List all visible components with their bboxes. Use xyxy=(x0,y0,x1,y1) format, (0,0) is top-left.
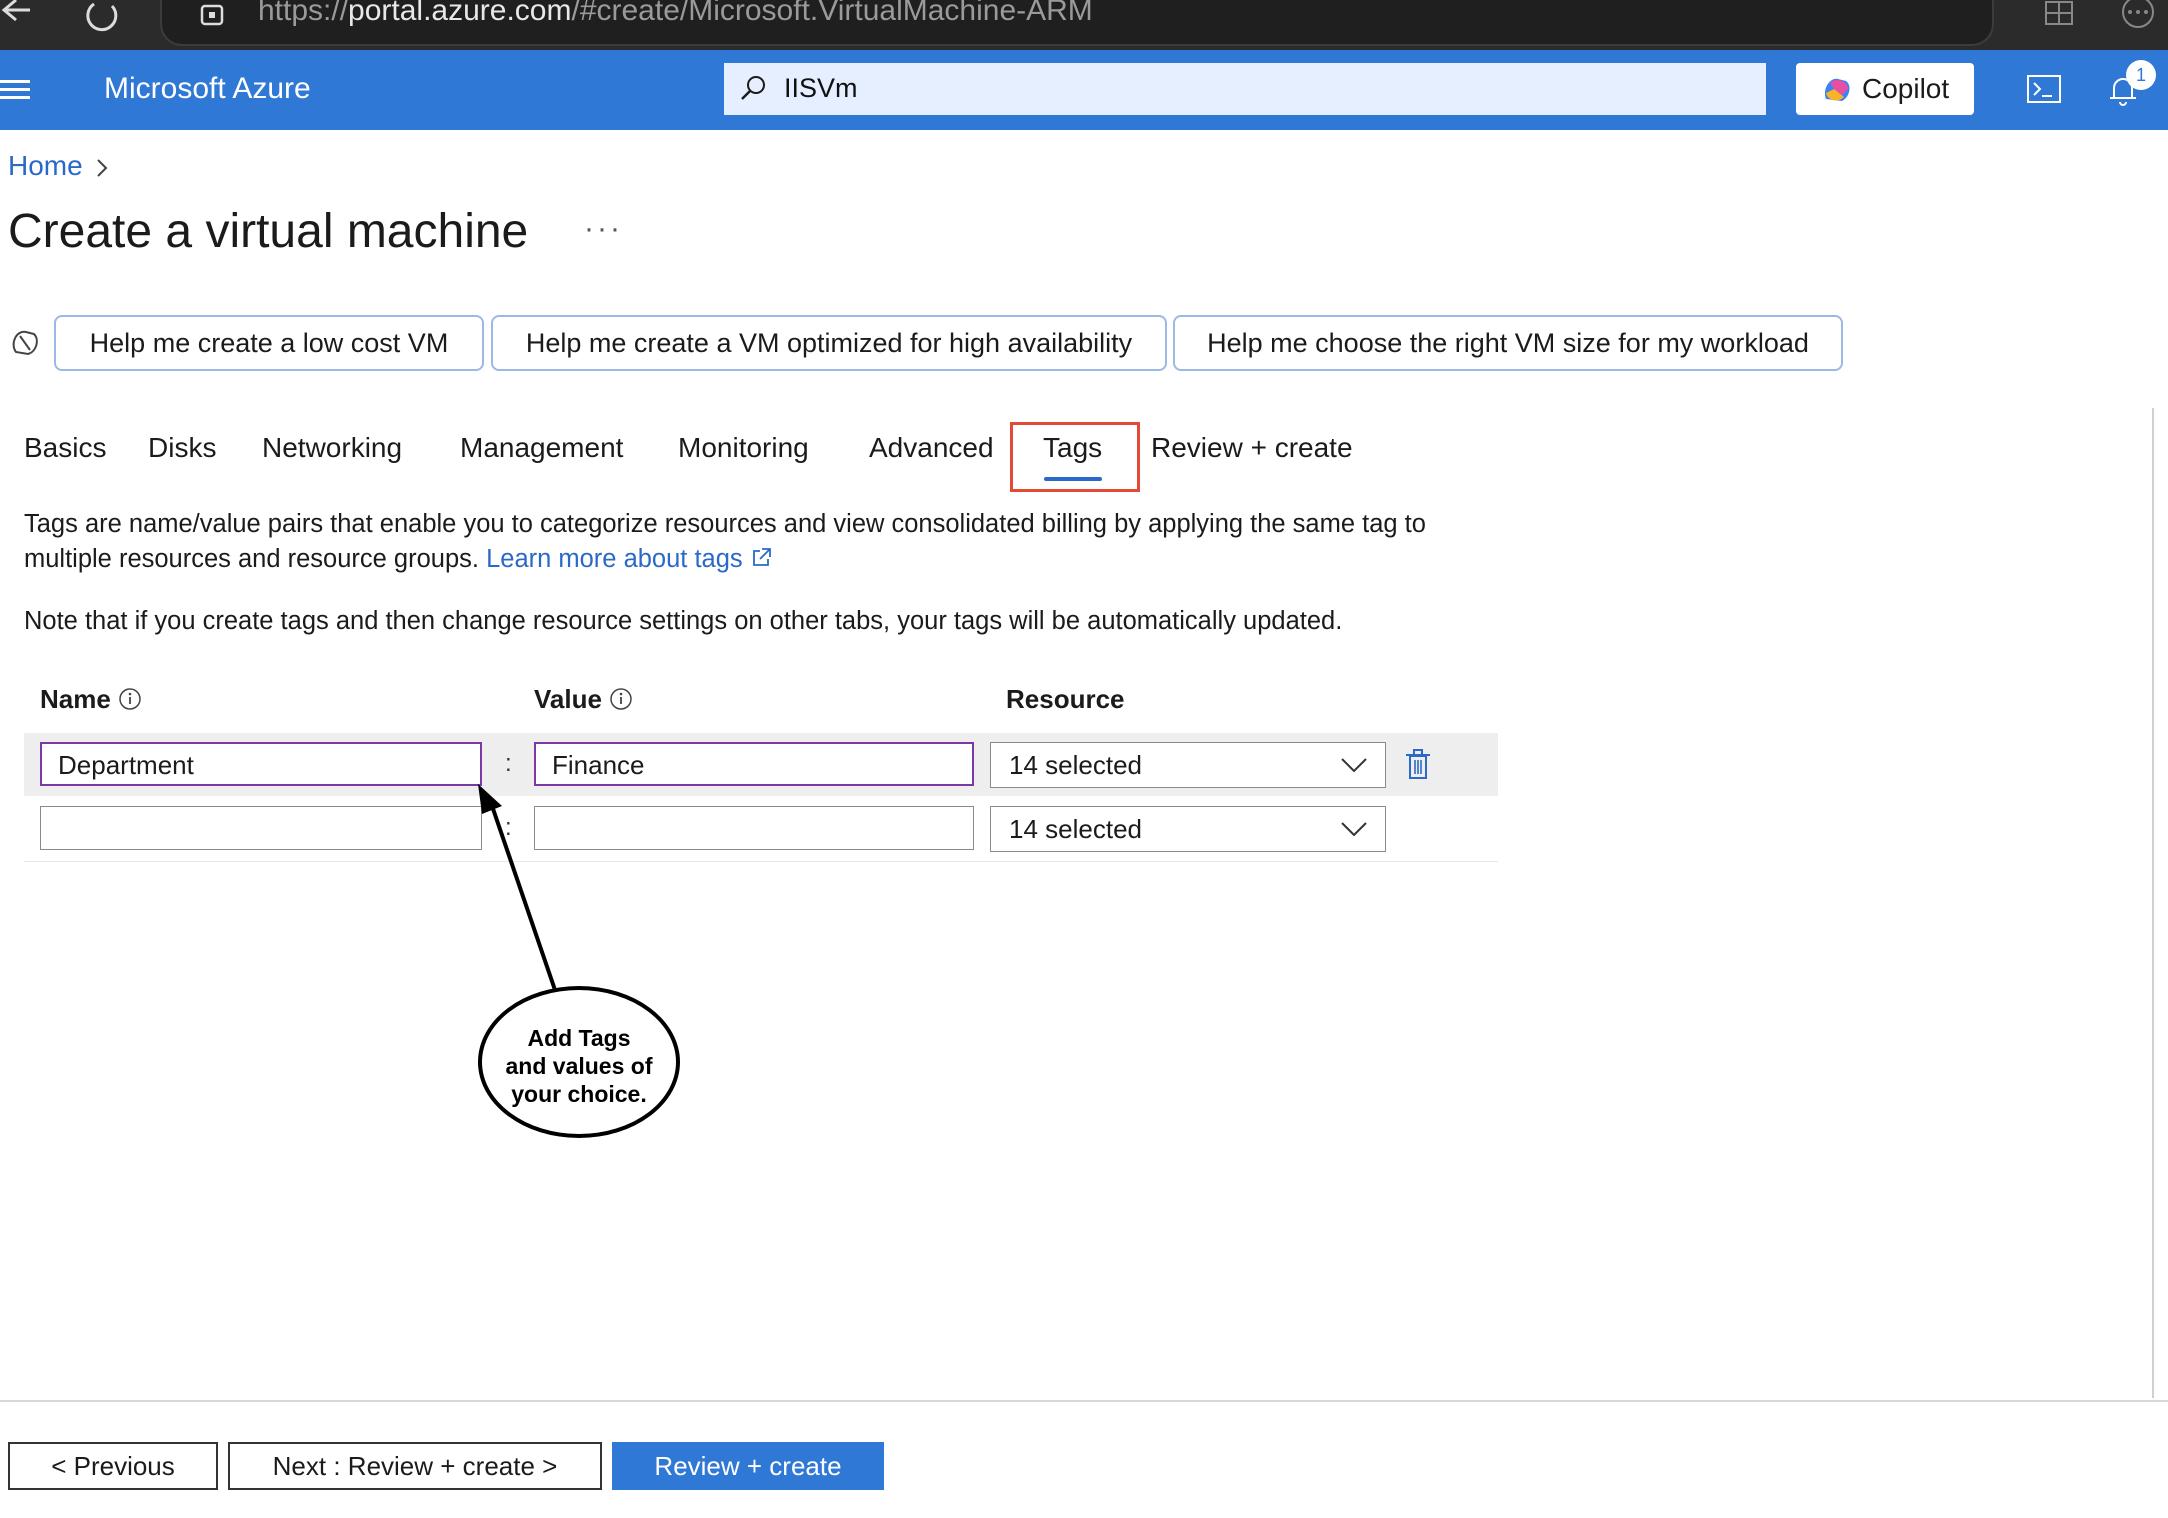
next-review-create-button[interactable]: Next : Review + create > xyxy=(228,1442,602,1490)
hamburger-menu-icon[interactable] xyxy=(0,78,34,102)
cloud-shell-icon[interactable] xyxy=(2026,74,2062,106)
browser-menu-icon[interactable] xyxy=(2120,0,2160,32)
tab-grid-icon[interactable] xyxy=(2042,0,2076,28)
annotation-arrow xyxy=(478,784,557,991)
tab-review-create[interactable]: Review + create xyxy=(1151,432,1353,464)
tab-tags[interactable]: Tags xyxy=(1043,432,1102,464)
column-header-resource: Resource xyxy=(1006,684,1125,714)
tag-value-input[interactable]: Finance xyxy=(534,742,974,786)
helper-high-availability-button[interactable]: Help me create a VM optimized for high a… xyxy=(491,315,1167,371)
footer-divider xyxy=(0,1400,2168,1402)
more-options-button[interactable]: ··· xyxy=(584,212,623,246)
chevron-down-icon xyxy=(1341,758,1367,773)
back-arrow-icon[interactable] xyxy=(0,0,40,36)
tags-description: Tags are name/value pairs that enable yo… xyxy=(24,510,1426,573)
copilot-prompts-icon xyxy=(12,330,38,356)
tags-note: Note that if you create tags and then ch… xyxy=(24,607,1343,635)
content-scrollbar[interactable] xyxy=(2152,408,2154,1398)
external-link-icon xyxy=(752,548,771,566)
new-tag-name-input[interactable] xyxy=(40,806,482,850)
helper-vm-size-button[interactable]: Help me choose the right VM size for my … xyxy=(1173,315,1843,371)
global-search-input[interactable] xyxy=(724,63,1766,115)
tab-monitoring[interactable]: Monitoring xyxy=(678,432,809,464)
tag-name-input[interactable]: Department xyxy=(40,742,482,786)
url-text: https://portal.azure.com/#create/Microso… xyxy=(258,0,1093,27)
info-icon[interactable] xyxy=(118,687,142,711)
tab-networking[interactable]: Networking xyxy=(262,432,402,464)
review-create-button[interactable]: Review + create xyxy=(612,1442,884,1490)
new-tag-value-input[interactable] xyxy=(534,806,974,850)
annotation-callout: Add Tags and values of your choice. xyxy=(478,986,680,1138)
search-icon xyxy=(741,76,765,100)
tab-disks[interactable]: Disks xyxy=(148,432,216,464)
chevron-down-icon xyxy=(1341,822,1367,837)
column-header-name: Name xyxy=(40,684,142,715)
info-icon[interactable] xyxy=(609,687,633,711)
site-info-icon[interactable] xyxy=(198,0,226,28)
page-title: Create a virtual machine xyxy=(8,205,529,258)
notification-count-badge: 1 xyxy=(2126,60,2156,90)
learn-more-tags-link[interactable]: Learn more about tags xyxy=(486,545,743,573)
search-value: IISVm xyxy=(784,73,858,103)
copilot-label: Copilot xyxy=(1862,73,1950,104)
active-tab-indicator xyxy=(1044,477,1102,481)
copilot-icon xyxy=(1824,78,1850,101)
portal-brand[interactable]: Microsoft Azure xyxy=(104,72,311,106)
new-resource-dropdown[interactable]: 14 selected xyxy=(990,806,1386,852)
breadcrumb-home[interactable]: Home xyxy=(8,150,83,182)
resource-dropdown[interactable]: 14 selected xyxy=(990,742,1386,788)
helper-low-cost-vm-button[interactable]: Help me create a low cost VM xyxy=(54,315,484,371)
column-header-value: Value xyxy=(534,684,633,715)
tab-management[interactable]: Management xyxy=(460,432,623,464)
previous-button[interactable]: < Previous xyxy=(8,1442,218,1490)
table-divider xyxy=(24,861,1498,862)
refresh-icon[interactable] xyxy=(84,0,124,34)
tab-advanced[interactable]: Advanced xyxy=(869,432,994,464)
tab-basics[interactable]: Basics xyxy=(24,432,106,464)
delete-trash-icon[interactable] xyxy=(1404,748,1432,782)
breadcrumb-chevron-icon xyxy=(97,159,108,177)
